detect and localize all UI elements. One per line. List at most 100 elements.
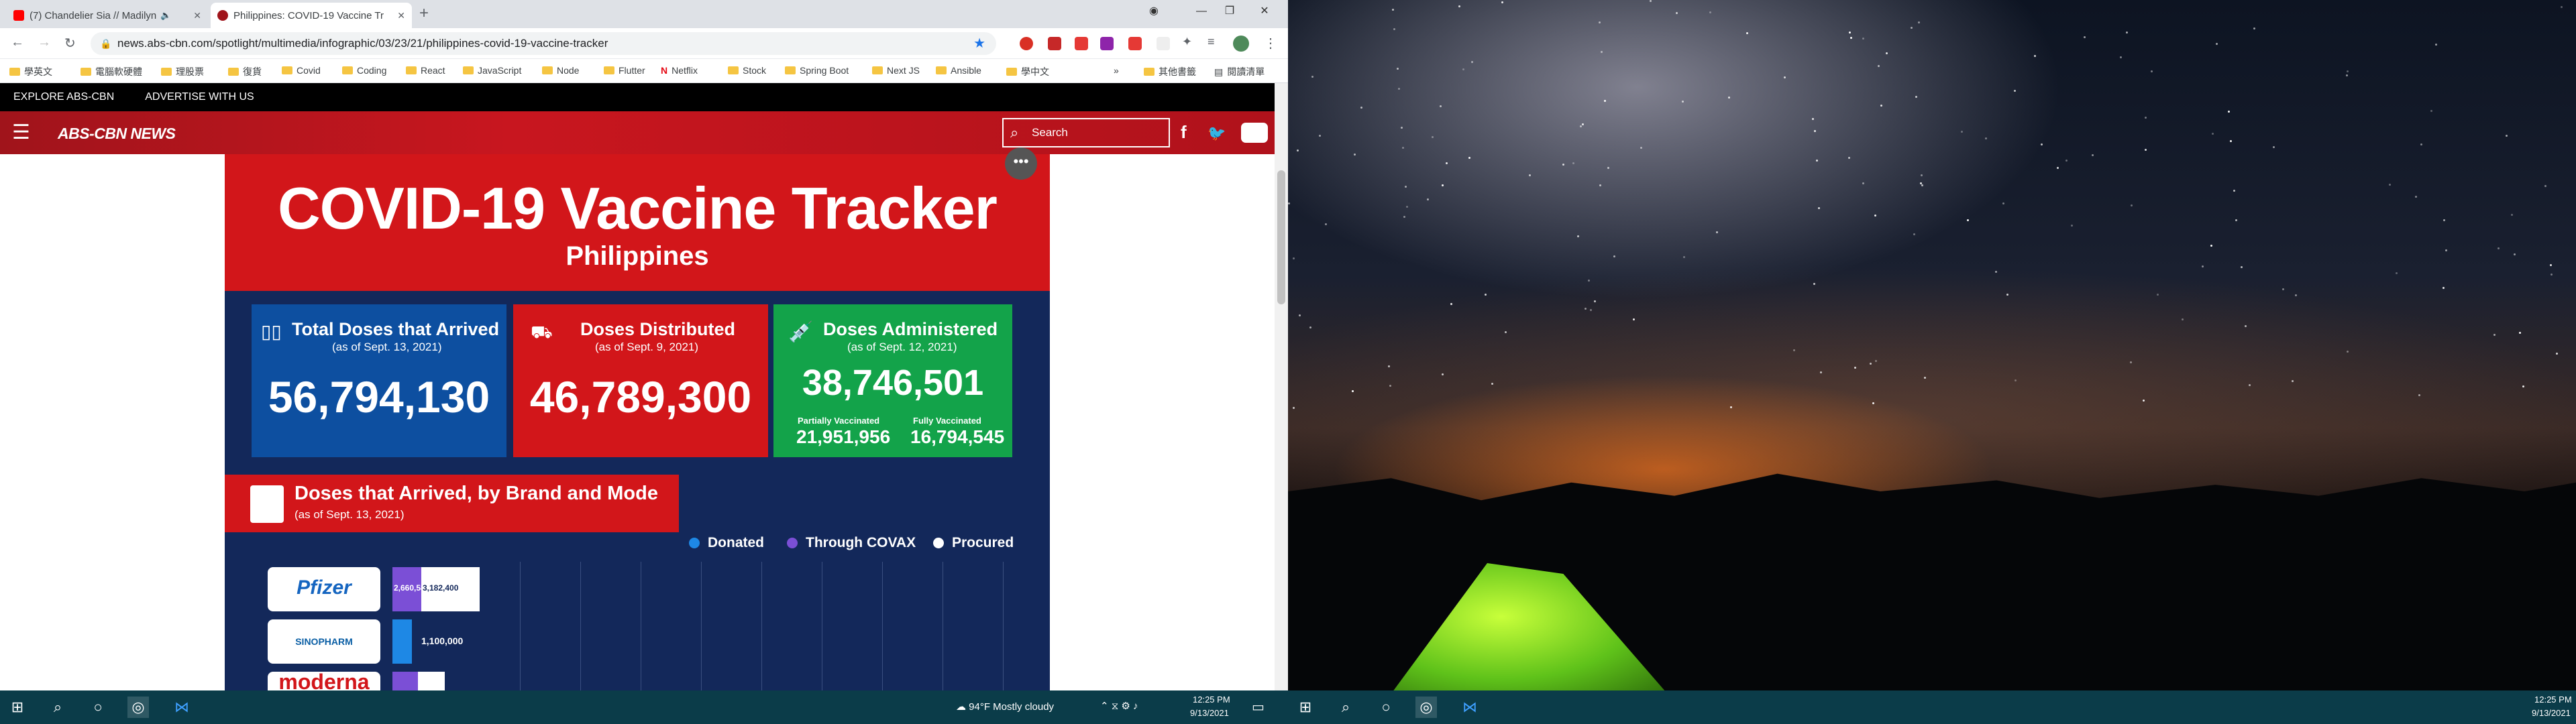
clock-time[interactable]: 12:25 PM <box>2534 695 2572 705</box>
bookmark-item[interactable]: 學英文 <box>9 65 52 78</box>
clock-date[interactable]: 9/13/2021 <box>2532 708 2571 718</box>
bookmark-item[interactable]: Stock <box>728 65 766 76</box>
star <box>2245 325 2247 327</box>
explore-link[interactable]: EXPLORE ABS-CBN <box>13 91 114 103</box>
chrome-icon[interactable]: ◎ <box>1415 697 1437 718</box>
reading-list[interactable]: ▤ 閱讀清單 <box>1214 65 1265 78</box>
bookmark-label: 學英文 <box>24 66 52 77</box>
star <box>2041 143 2043 145</box>
back-arrow-icon[interactable]: ← <box>11 35 24 50</box>
url-text: news.abs-cbn.com/spotlight/multimedia/in… <box>117 37 608 50</box>
vscode-icon[interactable]: ⋈ <box>1459 697 1481 718</box>
search-icon[interactable]: ⌕ <box>47 697 68 718</box>
legend-procured: Procured <box>933 535 1014 551</box>
page-scrollbar[interactable] <box>1275 83 1288 690</box>
profile-avatar[interactable] <box>1233 36 1249 52</box>
windows-start-icon[interactable]: ⊞ <box>1295 697 1316 718</box>
bookmark-item[interactable]: React <box>406 65 445 76</box>
extension-icon[interactable] <box>1020 37 1033 50</box>
cortana-icon[interactable]: ○ <box>1375 697 1397 718</box>
star <box>2544 185 2546 187</box>
bookmark-item[interactable]: Covid <box>282 65 321 76</box>
forward-arrow-icon[interactable]: → <box>38 35 51 50</box>
vials-icon: ▯▯ <box>261 321 282 342</box>
bookmark-item[interactable]: 復貨 <box>228 65 262 78</box>
star <box>1862 182 1864 184</box>
close-icon[interactable]: ✕ <box>393 10 405 21</box>
more-options-button[interactable]: ••• <box>1005 147 1037 180</box>
star <box>2034 55 2036 57</box>
abs-cbn-news-logo[interactable]: ABS-CBN NEWS <box>58 125 176 143</box>
star <box>1746 32 1748 34</box>
bookmark-item[interactable]: Ansible <box>936 65 981 76</box>
star <box>1501 1 1503 3</box>
abs-cbn-favicon-icon <box>217 10 228 21</box>
puzzle-extensions-icon[interactable]: ✦ <box>1182 35 1192 49</box>
media-control-icon[interactable]: ◉ <box>1138 0 1169 23</box>
vscode-icon[interactable]: ⋈ <box>171 697 193 718</box>
scrollbar-thumb[interactable] <box>1277 170 1285 304</box>
clock-time[interactable]: 12:25 PM <box>1193 695 1230 705</box>
bookmark-label: Netflix <box>672 65 698 76</box>
bookmark-item[interactable]: JavaScript <box>463 65 521 76</box>
facebook-icon[interactable]: f <box>1181 122 1187 143</box>
address-bar[interactable]: 🔒 news.abs-cbn.com/spotlight/multimedia/… <box>91 32 996 55</box>
reload-icon[interactable]: ↻ <box>64 35 76 52</box>
tray-icons[interactable]: ⌃ ⧖ ⚙ ♪ <box>1100 700 1138 712</box>
bookmark-item[interactable]: N Netflix <box>661 65 698 76</box>
maximize-button[interactable]: ❐ <box>1214 0 1245 23</box>
minimize-button[interactable]: — <box>1186 0 1217 23</box>
chrome-icon[interactable]: ◎ <box>127 697 149 718</box>
extension-icon[interactable] <box>1157 37 1170 50</box>
cortana-icon[interactable]: ○ <box>87 697 109 718</box>
new-tab-button[interactable]: + <box>419 4 429 23</box>
notification-icon[interactable]: ▭ <box>1252 699 1265 715</box>
star <box>2418 394 2420 396</box>
weather-widget[interactable]: ☁ 94°F Mostly cloudy <box>956 701 1054 713</box>
kebab-menu-icon[interactable]: ⋮ <box>1264 35 1277 52</box>
hamburger-menu-icon[interactable]: ☰ <box>12 121 30 144</box>
tab-youtube[interactable]: (7) Chandelier Sia // Madilyn 🔈 ✕ <box>7 3 208 28</box>
desktop-wallpaper <box>1288 0 2576 697</box>
bookmark-star-icon[interactable]: ★ <box>973 32 985 55</box>
twitter-icon[interactable]: 🐦 <box>1208 125 1226 142</box>
bookmark-item[interactable]: 電腦軟硬體 <box>80 65 142 78</box>
bookmark-label: Coding <box>357 65 387 76</box>
bookmark-item[interactable]: Flutter <box>604 65 645 76</box>
star <box>2131 204 2133 206</box>
star <box>1402 147 1404 149</box>
search-box[interactable]: ⌕ Search <box>1002 118 1170 147</box>
windows-start-icon[interactable]: ⊞ <box>7 697 28 718</box>
legend-label: Procured <box>952 535 1014 550</box>
webpage: EXPLORE ABS-CBN ADVERTISE WITH US ☰ ABS-… <box>0 83 1275 690</box>
more-bookmarks-button[interactable]: » <box>1114 65 1119 76</box>
star <box>1401 127 1403 129</box>
search-icon[interactable]: ⌕ <box>1335 697 1356 718</box>
star <box>2065 160 2068 162</box>
star <box>1580 125 1582 127</box>
close-icon[interactable]: ✕ <box>189 10 201 21</box>
star <box>2443 287 2445 289</box>
bookmark-item[interactable]: Node <box>542 65 579 76</box>
speaker-icon[interactable]: 🔈 <box>160 10 171 21</box>
other-bookmarks[interactable]: 其他書籤 <box>1144 65 1196 78</box>
bookmark-item[interactable]: 學中文 <box>1006 65 1049 78</box>
advertise-link[interactable]: ADVERTISE WITH US <box>145 91 254 103</box>
bookmark-item[interactable]: Next JS <box>872 65 920 76</box>
youtube-icon[interactable] <box>1241 123 1268 143</box>
extension-icon[interactable] <box>1048 37 1061 50</box>
pdf-extension-icon[interactable] <box>1075 37 1088 50</box>
folder-icon <box>463 66 474 74</box>
bookmark-item[interactable]: 理股票 <box>161 65 204 78</box>
star <box>1405 186 1407 188</box>
extension-icon[interactable] <box>1128 37 1142 50</box>
close-window-button[interactable]: ✕ <box>1249 0 1280 23</box>
tab-vaccine-tracker[interactable]: Philippines: COVID-19 Vaccine Tr ✕ <box>211 3 412 28</box>
extension-icon[interactable] <box>1100 37 1114 50</box>
playlist-icon[interactable]: ≡ <box>1208 35 1215 49</box>
bookmark-item[interactable]: Spring Boot <box>785 65 849 76</box>
bookmark-item[interactable]: Coding <box>342 65 386 76</box>
clock-date[interactable]: 9/13/2021 <box>1190 708 1229 718</box>
star <box>1309 326 1311 328</box>
star <box>2511 214 2513 216</box>
